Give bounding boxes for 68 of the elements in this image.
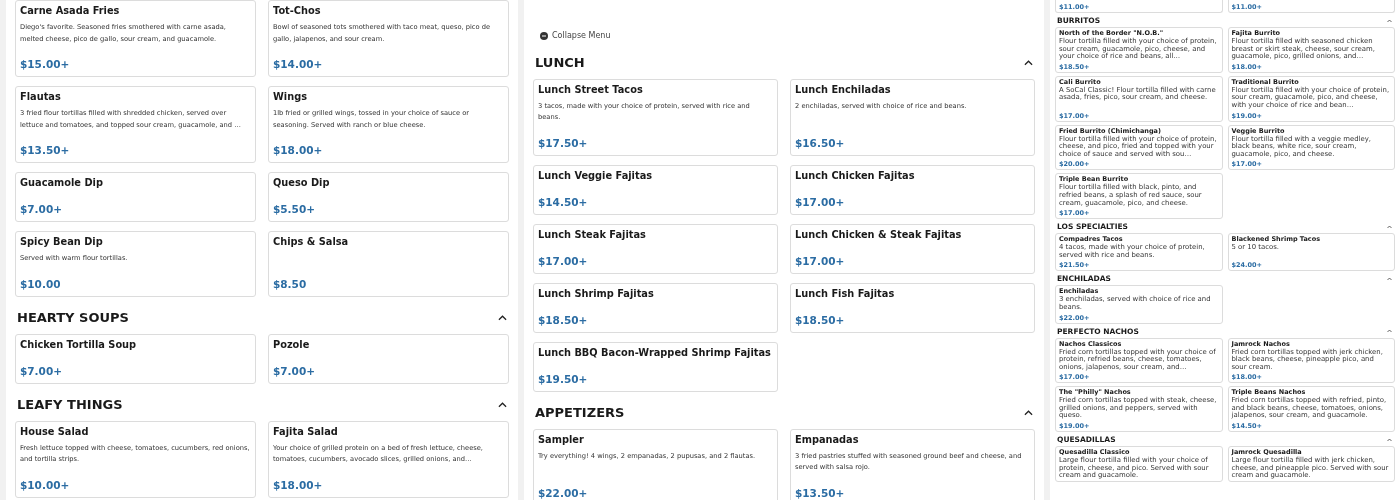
section-heading: HEARTY SOUPS xyxy=(17,308,129,327)
menu-item-card[interactable]: Lunch BBQ Bacon-Wrapped Shrimp Fajitas $19.50+ xyxy=(533,341,778,392)
item-name: Lunch Enchiladas xyxy=(795,82,892,97)
minus-circle-icon xyxy=(540,31,548,40)
menu-item-card[interactable]: Guacamole Dip $7.00+ xyxy=(15,172,256,222)
item-price: $14.50+ xyxy=(538,194,589,209)
menu-item-card[interactable]: Lunch Fish Fajitas $18.50+ xyxy=(790,282,1035,333)
item-name: Lunch Veggie Fajitas xyxy=(538,168,654,183)
menu-item-card[interactable]: Lunch Chicken & Steak Fajitas $17.00+ xyxy=(790,223,1035,274)
chevron-icon[interactable] xyxy=(1024,59,1033,66)
menu-item-card[interactable]: Queso Dip $5.50+ xyxy=(268,172,509,222)
item-price: $18.00+ xyxy=(273,143,324,157)
item-price: $7.00+ xyxy=(20,363,63,378)
menu-item-card[interactable]: Lunch Steak Fajitas $17.00+ xyxy=(533,223,778,274)
item-price: $18.50+ xyxy=(795,312,846,327)
menu-item-card[interactable]: Lunch Veggie Fajitas $14.50+ xyxy=(533,164,778,215)
item-name: House Salad xyxy=(20,424,90,439)
section-heading: LEAFY THINGS xyxy=(17,395,123,414)
item-name: Lunch Steak Fajitas xyxy=(538,227,647,242)
item-name: Lunch Chicken & Steak Fajitas xyxy=(795,227,963,242)
item-name: Lunch Shrimp Fajitas xyxy=(538,286,655,301)
item-name: Empanadas xyxy=(795,432,860,447)
item-price: $7.00+ xyxy=(20,202,63,216)
item-price: $13.50+ xyxy=(795,485,846,500)
menu-item-card[interactable]: Lunch Chicken Fajitas $17.00+ xyxy=(790,164,1035,215)
item-name: Lunch Chicken Fajitas xyxy=(795,168,916,183)
item-price: $16.50+ xyxy=(795,135,846,150)
item-name: Lunch Street Tacos xyxy=(538,82,644,97)
item-name: Lunch Fish Fajitas xyxy=(795,286,896,301)
item-name: Spicy Bean Dip xyxy=(20,235,104,249)
menu-item-card[interactable]: Chicken Tortilla Soup $7.00+ xyxy=(15,333,256,384)
item-price: $5.50+ xyxy=(273,202,316,216)
item-name: Lunch BBQ Bacon-Wrapped Shrimp Fajitas xyxy=(538,345,772,360)
item-price: $10.00 xyxy=(20,276,62,291)
item-price: $18.00+ xyxy=(273,477,324,492)
item-name: Pozole xyxy=(273,337,311,352)
collapse-menu-button[interactable]: Collapse Menu xyxy=(540,31,611,40)
item-price: $15.00+ xyxy=(20,57,71,71)
item-price: $17.00+ xyxy=(538,253,589,268)
menu-item-card[interactable]: Lunch Shrimp Fajitas $18.50+ xyxy=(533,282,778,333)
item-price: $13.50+ xyxy=(20,143,71,157)
menu-item-card[interactable]: Chips & Salsa $8.50 xyxy=(268,231,509,297)
item-name: Fajita Salad xyxy=(273,424,339,439)
section-heading: LUNCH xyxy=(535,53,585,72)
chevron-icon[interactable] xyxy=(498,401,507,408)
item-name: Chips & Salsa xyxy=(273,235,350,249)
item-name: Chicken Tortilla Soup xyxy=(20,337,138,352)
item-name: Tot-Chos xyxy=(273,4,322,18)
item-name: Wings xyxy=(273,90,308,104)
item-price: $17.00+ xyxy=(795,253,846,268)
item-price: $17.50+ xyxy=(538,135,589,150)
item-name: Carne Asada Fries xyxy=(20,4,121,18)
item-price: $14.00+ xyxy=(273,57,324,71)
item-name: Queso Dip xyxy=(273,176,331,190)
item-name: Sampler xyxy=(538,432,585,447)
item-price: $19.50+ xyxy=(538,371,589,386)
item-name: Flautas xyxy=(20,90,62,104)
item-price: $10.00+ xyxy=(20,477,71,492)
section-heading: APPETIZERS xyxy=(535,403,625,422)
menu-item-card[interactable]: Pozole $7.00+ xyxy=(268,333,509,384)
item-price: $22.00+ xyxy=(538,485,589,500)
item-name: Guacamole Dip xyxy=(20,176,104,190)
chevron-icon[interactable] xyxy=(498,314,507,321)
item-price: $18.50+ xyxy=(538,312,589,327)
item-price: $8.50 xyxy=(273,276,308,291)
item-price: $7.00+ xyxy=(273,363,316,378)
chevron-icon[interactable] xyxy=(1024,409,1033,416)
item-price: $17.00+ xyxy=(795,194,846,209)
